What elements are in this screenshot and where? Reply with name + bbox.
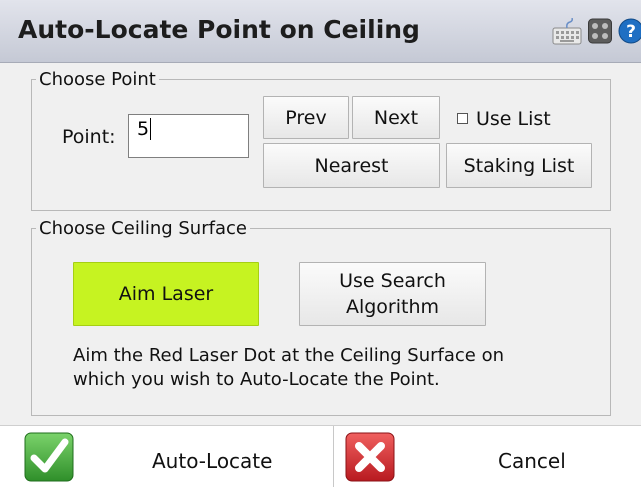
point-label: Point:	[62, 126, 116, 148]
cancel-button[interactable]: Cancel	[334, 426, 641, 487]
ceiling-description: Aim the Red Laser Dot at the Ceiling Sur…	[73, 344, 504, 392]
use-list-label[interactable]: Use List	[476, 108, 551, 130]
next-button[interactable]: Next	[352, 96, 440, 139]
description-line-1: Aim the Red Laser Dot at the Ceiling Sur…	[73, 345, 505, 366]
keyboard-icon[interactable]	[552, 18, 582, 46]
aim-laser-label: Aim Laser	[118, 283, 214, 305]
nearest-label: Nearest	[314, 154, 389, 177]
close-icon	[345, 432, 395, 482]
staking-list-label: Staking List	[463, 154, 575, 177]
point-input-value: 5	[137, 118, 150, 140]
nearest-button[interactable]: Nearest	[263, 143, 440, 188]
action-bar: Auto-Locate Cancel	[0, 425, 641, 487]
staking-list-button[interactable]: Staking List	[446, 143, 592, 188]
svg-text:?: ?	[626, 22, 636, 42]
prev-label: Prev	[285, 106, 327, 129]
auto-locate-button[interactable]: Auto-Locate	[0, 426, 333, 487]
point-input[interactable]: 5	[128, 114, 249, 158]
title-bar: Auto-Locate Point on Ceiling ?	[0, 0, 641, 63]
help-icon[interactable]: ?	[618, 18, 641, 44]
choose-ceiling-surface-legend: Choose Ceiling Surface	[39, 218, 247, 239]
use-search-label-line1: Use Search	[339, 270, 446, 292]
checkmark-icon	[24, 432, 74, 482]
next-label: Next	[373, 106, 419, 129]
use-list-checkbox[interactable]	[457, 113, 468, 124]
settings-icon[interactable]	[588, 18, 612, 44]
prev-button[interactable]: Prev	[263, 96, 349, 139]
dialog-body: Choose Point Point: 5 Prev Next Use List…	[0, 63, 641, 425]
choose-point-group: Choose Point	[31, 69, 611, 211]
description-line-2: which you wish to Auto-Locate the Point.	[73, 369, 440, 390]
auto-locate-label: Auto-Locate	[152, 449, 273, 473]
use-search-label-line2: Algorithm	[345, 296, 440, 318]
aim-laser-button[interactable]: Aim Laser	[73, 262, 259, 326]
dialog-title: Auto-Locate Point on Ceiling	[18, 15, 420, 44]
choose-point-legend: Choose Point	[39, 69, 156, 90]
use-search-algorithm-button[interactable]: Use Search Algorithm	[299, 262, 486, 326]
cancel-label: Cancel	[498, 449, 566, 473]
